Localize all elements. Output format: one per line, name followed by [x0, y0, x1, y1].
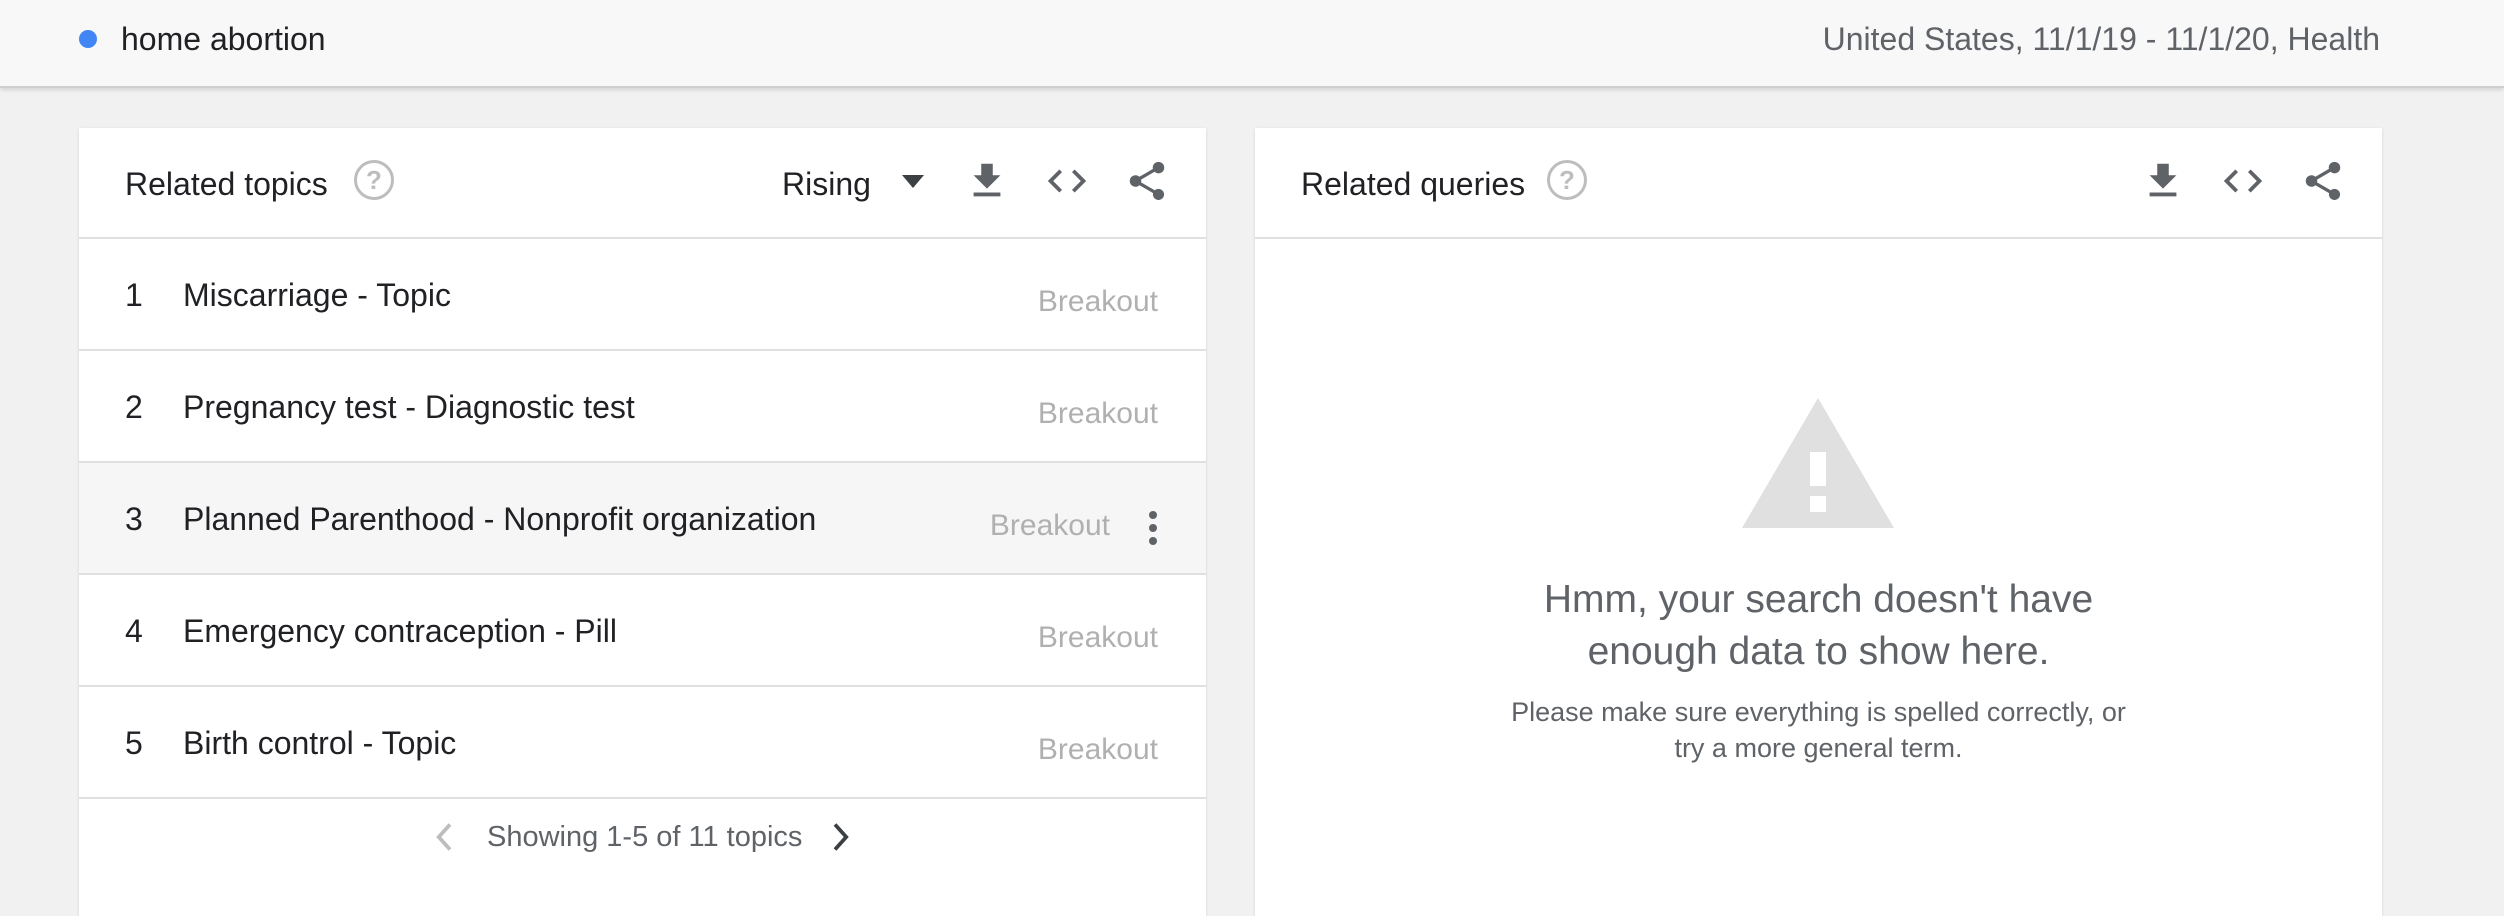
topic-row[interactable]: 5 Birth control - Topic Breakout: [79, 687, 1206, 799]
topic-rank: 3: [125, 501, 143, 537]
empty-state-message-line: Please make sure everything is spelled c…: [1511, 697, 2126, 727]
topic-rank: 1: [125, 277, 143, 313]
chevron-left-icon[interactable]: [430, 817, 460, 857]
topic-row[interactable]: 2 Pregnancy test - Diagnostic test Break…: [79, 351, 1206, 463]
empty-state-message: Please make sure everything is spelled c…: [1255, 694, 2382, 766]
warning-triangle-icon: [1742, 398, 1894, 528]
search-term: home abortion: [121, 21, 326, 57]
topic-label[interactable]: Planned Parenthood - Nonprofit organizat…: [183, 499, 816, 539]
topic-label[interactable]: Pregnancy test - Diagnostic test: [183, 387, 635, 427]
chevron-right-icon[interactable]: [825, 817, 855, 857]
related-topics-card: Related topics ? Rising 1 Miscarriage - …: [79, 128, 1206, 916]
share-icon[interactable]: [1124, 158, 1170, 204]
empty-state-message-line: try a more general term.: [1674, 733, 1963, 763]
related-queries-card: Related queries ? Hmm, your search doesn…: [1255, 128, 2382, 916]
topic-label[interactable]: Miscarriage - Topic: [183, 275, 451, 315]
topic-label[interactable]: Birth control - Topic: [183, 723, 456, 763]
empty-state-title: Hmm, your search doesn't have enough dat…: [1255, 574, 2382, 678]
topic-value: Breakout: [1037, 397, 1158, 430]
topic-rank: 2: [125, 389, 143, 425]
search-term-bar: home abortion United States, 11/1/19 - 1…: [0, 0, 2504, 88]
related-queries-title: Related queries: [1301, 166, 1526, 202]
topic-value: Breakout: [989, 509, 1110, 542]
download-icon[interactable]: [964, 158, 1010, 204]
embed-code-icon[interactable]: [1044, 158, 1090, 204]
more-vert-icon[interactable]: [1148, 511, 1158, 547]
search-context: United States, 11/1/19 - 11/1/20, Health: [1822, 21, 2380, 57]
related-topics-title: Related topics: [125, 166, 328, 202]
topic-rank: 5: [125, 725, 143, 761]
topic-row[interactable]: 4 Emergency contraception - Pill Breakou…: [79, 575, 1206, 687]
topic-rank: 4: [125, 613, 143, 649]
help-circle-icon[interactable]: ?: [1547, 160, 1587, 200]
related-topics-header: Related topics ? Rising: [79, 128, 1206, 239]
topic-value: Breakout: [1037, 621, 1158, 654]
pagination-status: Showing 1-5 of 11 topics: [487, 821, 803, 853]
topic-row[interactable]: 1 Miscarriage - Topic Breakout: [79, 239, 1206, 351]
term-color-dot: [79, 30, 97, 48]
download-icon[interactable]: [2140, 158, 2186, 204]
share-icon[interactable]: [2300, 158, 2346, 204]
help-circle-icon[interactable]: ?: [354, 160, 394, 200]
embed-code-icon[interactable]: [2220, 158, 2266, 204]
rising-filter-dropdown[interactable]: Rising: [782, 164, 871, 204]
empty-state-title-line: Hmm, your search doesn't have: [1543, 578, 2094, 621]
pagination: Showing 1-5 of 11 topics: [79, 799, 1206, 879]
topic-value: Breakout: [1037, 285, 1158, 318]
topic-label[interactable]: Emergency contraception - Pill: [183, 611, 617, 651]
related-queries-header: Related queries ?: [1255, 128, 2382, 239]
topic-value: Breakout: [1037, 733, 1158, 766]
empty-state-title-line: enough data to show here.: [1587, 630, 2050, 673]
chevron-down-icon[interactable]: [902, 175, 924, 188]
topic-row[interactable]: 3 Planned Parenthood - Nonprofit organiz…: [79, 463, 1206, 575]
